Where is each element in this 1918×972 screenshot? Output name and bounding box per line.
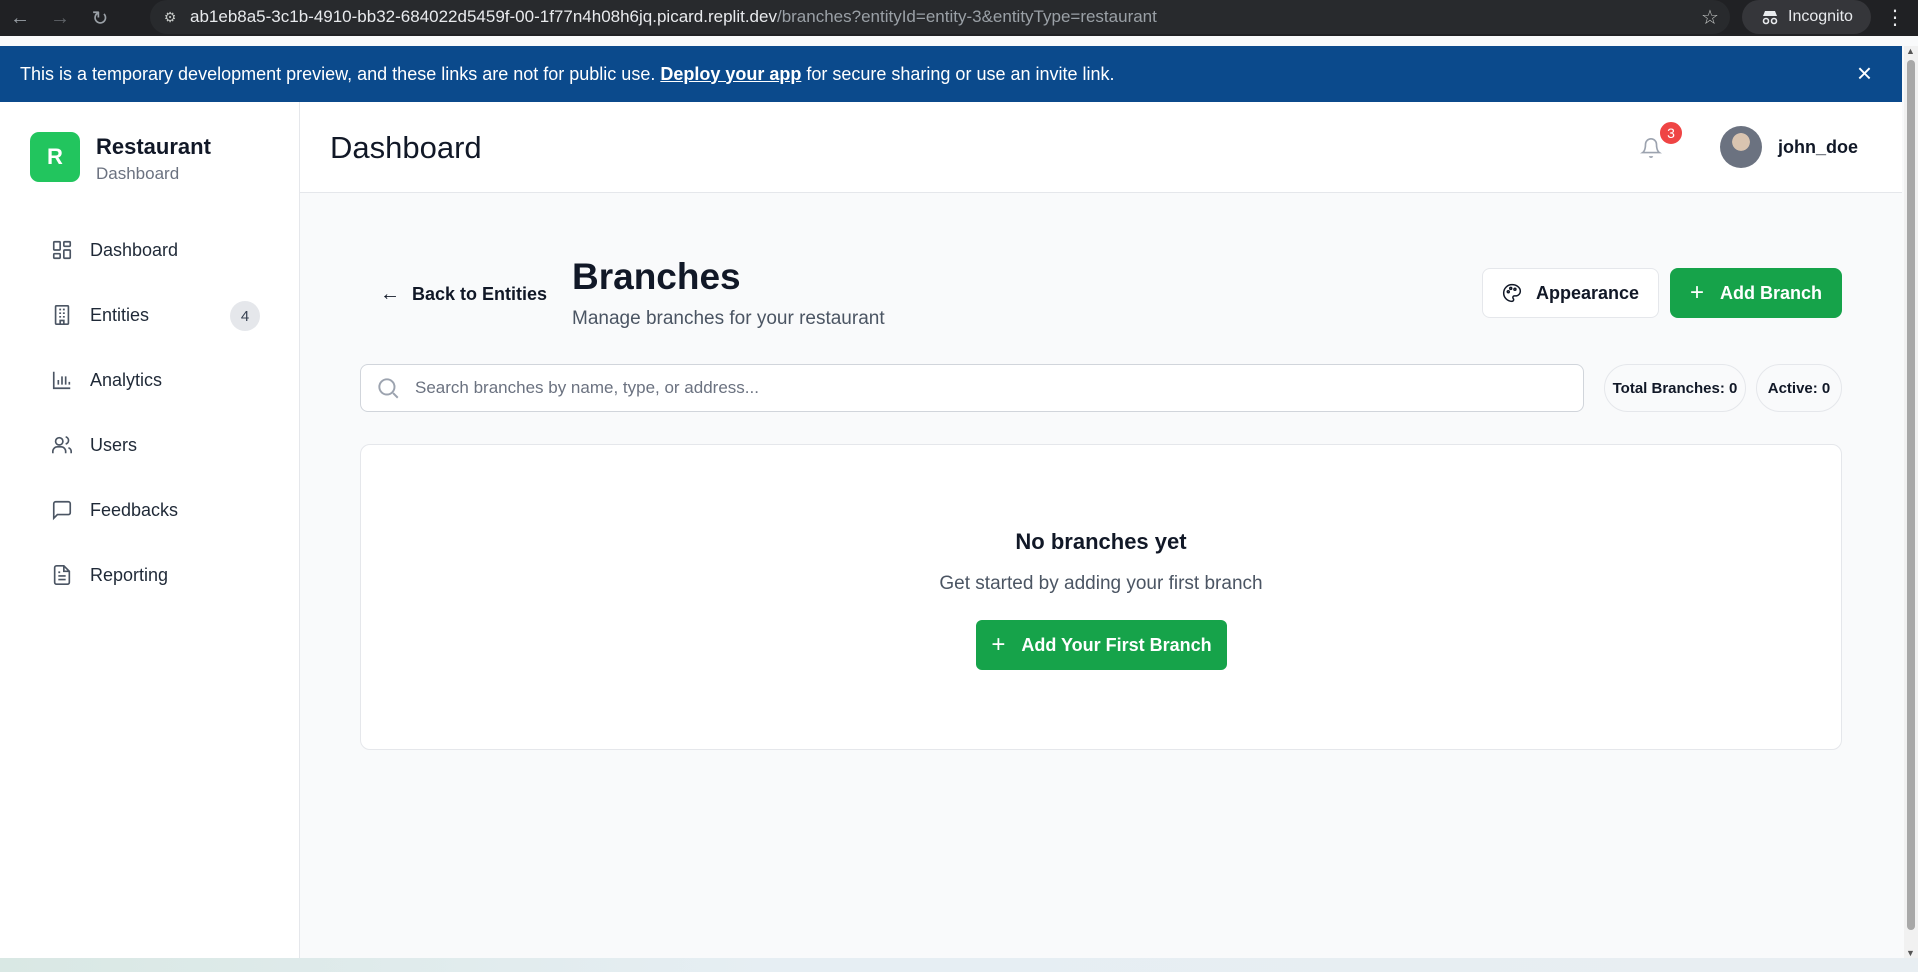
page-scrollbar[interactable]: ▲ ▼ — [1904, 46, 1918, 958]
sidebar-item-feedbacks[interactable]: Feedbacks — [30, 484, 260, 536]
scrollbar-thumb[interactable] — [1907, 60, 1915, 930]
incognito-icon — [1762, 11, 1778, 25]
sidebar-item-analytics[interactable]: Analytics — [30, 354, 260, 406]
message-icon — [48, 496, 76, 524]
sidebar-item-dashboard[interactable]: Dashboard — [30, 224, 260, 276]
bar-chart-icon — [48, 366, 76, 394]
incognito-label: Incognito — [1788, 8, 1853, 25]
section-title: Branches — [572, 256, 741, 297]
brand-title: Restaurant — [96, 134, 211, 159]
active-branches-stat: Active: 0 — [1756, 364, 1842, 412]
entities-count-badge: 4 — [230, 301, 260, 331]
incognito-indicator[interactable]: Incognito — [1742, 0, 1871, 34]
bell-icon — [1640, 138, 1662, 158]
sidebar-item-label: Analytics — [90, 369, 163, 390]
empty-state-description: Get started by adding your first branch — [939, 573, 1263, 594]
empty-state-card: No branches yet Get started by adding yo… — [360, 444, 1842, 750]
bookmark-star-icon[interactable]: ☆ — [1690, 5, 1730, 30]
back-label: Back to Entities — [412, 284, 548, 304]
banner-text-before: This is a temporary development preview,… — [20, 63, 661, 84]
search-input[interactable] — [415, 378, 1583, 398]
forward-icon[interactable]: → — [40, 0, 80, 36]
brand-logo: R — [30, 132, 80, 182]
grid-icon — [48, 236, 76, 264]
plus-icon: + — [991, 631, 1006, 658]
notifications-button[interactable]: 3 — [1640, 120, 1684, 164]
appearance-button[interactable]: Appearance — [1482, 268, 1659, 318]
add-first-branch-button[interactable]: + Add Your First Branch — [976, 620, 1227, 670]
scroll-up-icon[interactable]: ▲ — [1906, 46, 1915, 56]
sidebar-nav: Dashboard Entities 4 Analytics Users Fee… — [30, 224, 260, 614]
brand: R Restaurant Dashboard — [30, 132, 211, 184]
arrow-left-icon: ← — [380, 283, 400, 305]
document-icon — [48, 561, 76, 589]
sidebar-item-reporting[interactable]: Reporting — [30, 549, 260, 601]
url-host: ab1eb8a5-3c1b-4910-bb32-684022d5459f-00-… — [190, 7, 777, 26]
address-bar[interactable]: ⚙ ab1eb8a5-3c1b-4910-bb32-684022d5459f-0… — [150, 0, 1730, 34]
search-icon — [378, 378, 399, 399]
sidebar-item-label: Reporting — [90, 564, 169, 585]
add-branch-button[interactable]: + Add Branch — [1670, 268, 1842, 318]
brand-subtitle: Dashboard — [96, 164, 180, 183]
back-to-entities-link[interactable]: ← Back to Entities — [380, 283, 547, 306]
palette-icon — [1502, 283, 1522, 303]
building-icon — [48, 301, 76, 329]
add-branch-label: Add Branch — [1720, 282, 1823, 303]
total-branches-stat: Total Branches: 0 — [1604, 364, 1746, 412]
banner-text: This is a temporary development preview,… — [20, 64, 1115, 85]
sidebar-item-label: Dashboard — [90, 239, 179, 260]
sidebar-item-users[interactable]: Users — [30, 419, 260, 471]
site-settings-icon[interactable]: ⚙ — [150, 9, 190, 26]
page-title: Dashboard — [330, 130, 482, 165]
deploy-app-link[interactable]: Deploy your app — [660, 64, 801, 84]
reload-icon[interactable]: ↻ — [80, 0, 120, 36]
add-first-branch-label: Add Your First Branch — [1021, 634, 1212, 655]
notification-count-badge: 3 — [1658, 120, 1684, 146]
top-header: Dashboard 3 john_doe — [300, 102, 1902, 193]
sidebar-item-label: Feedbacks — [90, 499, 179, 520]
sidebar-item-label: Users — [90, 434, 138, 455]
plus-icon: + — [1689, 279, 1704, 306]
scroll-down-icon[interactable]: ▼ — [1906, 948, 1915, 958]
browser-menu-icon[interactable]: ⋮ — [1880, 0, 1910, 34]
url-path: /branches?entityId=entity-3&entityType=r… — [776, 7, 1157, 26]
appearance-label: Appearance — [1535, 282, 1640, 303]
banner-text-after: for secure sharing or use an invite link… — [801, 63, 1115, 84]
section-subtitle: Manage branches for your restaurant — [572, 308, 885, 329]
sidebar-item-label: Entities — [90, 304, 150, 325]
sidebar: R Restaurant Dashboard Dashboard Entitie… — [0, 102, 300, 958]
username[interactable]: john_doe — [1778, 137, 1858, 158]
avatar[interactable] — [1720, 126, 1762, 168]
search-bar — [360, 364, 1584, 412]
sidebar-item-entities[interactable]: Entities 4 — [30, 289, 260, 341]
banner-close-icon[interactable]: × — [1857, 60, 1872, 86]
back-icon[interactable]: ← — [0, 0, 40, 36]
empty-state-title: No branches yet — [1015, 529, 1187, 554]
url-text[interactable]: ab1eb8a5-3c1b-4910-bb32-684022d5459f-00-… — [190, 7, 1690, 27]
users-icon — [48, 431, 76, 459]
browser-toolbar: ← → ↻ ⚙ ab1eb8a5-3c1b-4910-bb32-684022d5… — [0, 0, 1918, 36]
os-taskbar — [0, 958, 1918, 972]
dev-preview-banner: This is a temporary development preview,… — [0, 46, 1902, 102]
